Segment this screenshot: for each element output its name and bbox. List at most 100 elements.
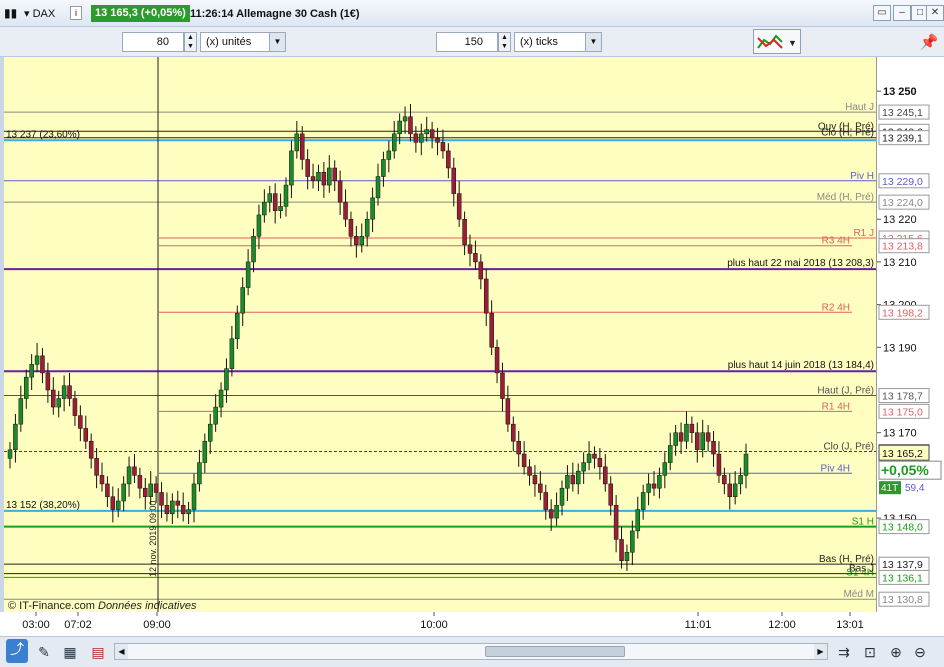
price-tick-label: 13 250 — [883, 86, 917, 98]
ticks-quantity-input[interactable]: 150 — [436, 32, 498, 52]
candle-body — [624, 551, 630, 562]
level-label: Piv H — [850, 171, 874, 182]
candle-body — [684, 423, 689, 442]
watermark-note: Données indicatives — [98, 600, 197, 612]
price-chart[interactable]: Haut JOuv (H, Pré)Clo (H, Pré)Piv HMéd (… — [4, 57, 876, 612]
candle-body — [738, 475, 743, 485]
candle-body — [7, 449, 13, 459]
close-icon[interactable]: ✕ — [926, 5, 944, 21]
time-axis[interactable]: 03:00 07:02 09:00 10:00 11:01 12:00 13:01 — [0, 612, 876, 636]
minimize-icon[interactable]: – — [893, 5, 911, 21]
candle-body — [505, 398, 511, 425]
candle-body — [727, 483, 733, 497]
scroll-left-icon[interactable]: ◀ — [115, 644, 128, 659]
candle-body — [667, 445, 673, 463]
tick-count-label: 41T — [881, 483, 898, 494]
candle-body — [78, 415, 83, 429]
candle-body — [478, 261, 484, 280]
window-menu-icon[interactable]: ▮▮ — [4, 5, 17, 21]
level-price-tag-label: 13 175,0 — [882, 406, 923, 418]
price-axis[interactable]: 13 25013 22013 21013 20013 19013 17013 1… — [876, 57, 944, 612]
share-icon[interactable]: ⤴ — [6, 639, 28, 663]
chevron-down-icon: ▼ — [585, 33, 601, 51]
candle-body — [732, 483, 738, 497]
time-axis-corner[interactable] — [876, 612, 944, 636]
candle-body — [489, 312, 494, 348]
candle-body — [640, 492, 646, 510]
auto-scroll-icon[interactable]: ⇉ — [834, 642, 854, 662]
candle-body — [164, 505, 170, 515]
price-tick-label: 13 190 — [883, 342, 917, 354]
candle-body — [630, 530, 635, 553]
candle-body — [110, 496, 116, 510]
grid-icon[interactable]: ▦ — [60, 642, 80, 662]
time-tick-label: 09:00 — [143, 619, 171, 631]
candle-body — [657, 475, 662, 489]
candle-body — [105, 483, 110, 497]
scroll-thumb[interactable] — [485, 646, 625, 657]
level-label: Clo (H, Pré) — [821, 128, 874, 139]
chart-area[interactable]: Haut J Ouv (H, Pré) Clo (H, Pré) Piv H Méd (… — [0, 57, 876, 612]
units-stepper-icon[interactable]: ▲ ▼ — [184, 32, 197, 52]
candle-body — [283, 184, 289, 207]
candle-body — [289, 150, 294, 186]
level-label: Haut J — [845, 102, 874, 113]
candle-body — [23, 376, 29, 399]
candle-body — [67, 385, 72, 399]
candle-body — [705, 432, 711, 442]
candle-body — [386, 150, 392, 160]
units-quantity-input[interactable]: 80 — [122, 32, 184, 52]
candle-body — [397, 120, 402, 135]
candle-body — [148, 483, 153, 497]
level-label: Clo (J, Pré) — [823, 441, 874, 452]
candle-body — [419, 133, 424, 143]
reference-label: 13 237 (23,60%) — [6, 129, 80, 140]
candle-body — [126, 466, 132, 485]
candle-body — [337, 180, 343, 203]
symbol-dropdown[interactable]: ▾ DAX — [24, 6, 55, 22]
candle-body — [429, 129, 435, 139]
watermark-brand: © IT-Finance.com — [8, 600, 95, 612]
candle-body — [446, 150, 451, 169]
level-price-tag-label: 13 130,8 — [882, 594, 923, 606]
candle-body — [354, 236, 359, 246]
candle-body — [83, 428, 89, 442]
candle-body — [586, 453, 592, 463]
indicators-button[interactable]: ▼ — [753, 29, 801, 54]
ticks-stepper-icon[interactable]: ▲ ▼ — [498, 32, 511, 52]
candle-body — [207, 423, 213, 442]
ticks-select[interactable]: (x) ticks ▼ — [514, 32, 602, 52]
candle-body — [375, 176, 381, 199]
zoom-in-icon[interactable]: ⊕ — [886, 642, 906, 662]
scroll-right-icon[interactable]: ▶ — [814, 644, 827, 659]
level-label: R1 4H — [822, 401, 850, 412]
candle-body — [197, 462, 202, 485]
units-select[interactable]: (x) unités ▼ — [200, 32, 286, 52]
drawing-tools-icon[interactable]: ✎ — [34, 642, 54, 662]
zoom-out-icon[interactable]: ⊖ — [910, 642, 930, 662]
level-price-tag-label: 13 148,0 — [882, 522, 923, 534]
candle-body — [554, 505, 559, 519]
candle-body — [494, 347, 500, 374]
candle-body — [613, 505, 619, 540]
window-toggle-icon[interactable]: ▭ — [873, 5, 891, 21]
level-label: Piv 4H — [821, 463, 850, 474]
pin-icon[interactable]: 📌 — [918, 32, 940, 54]
candle-body — [483, 278, 489, 314]
zoom-fit-icon[interactable]: ⊡ — [860, 642, 880, 662]
info-icon[interactable]: i — [70, 6, 82, 20]
candle-body — [473, 253, 478, 263]
candle-body — [262, 201, 267, 216]
candle-body — [516, 440, 521, 455]
time-tick-label: 13:01 — [836, 619, 864, 631]
candle-body — [521, 453, 527, 468]
candle-body — [159, 492, 164, 506]
candle-body — [186, 509, 191, 515]
level-label: R3 4H — [822, 236, 850, 247]
time-scrollbar[interactable]: ◀ ▶ — [114, 643, 828, 660]
under-tag-label: 59,4 — [905, 483, 925, 494]
candle-body — [191, 483, 197, 510]
candle-body — [662, 462, 668, 476]
candle-body — [424, 129, 429, 135]
layers-icon[interactable]: ▤ — [88, 642, 108, 662]
